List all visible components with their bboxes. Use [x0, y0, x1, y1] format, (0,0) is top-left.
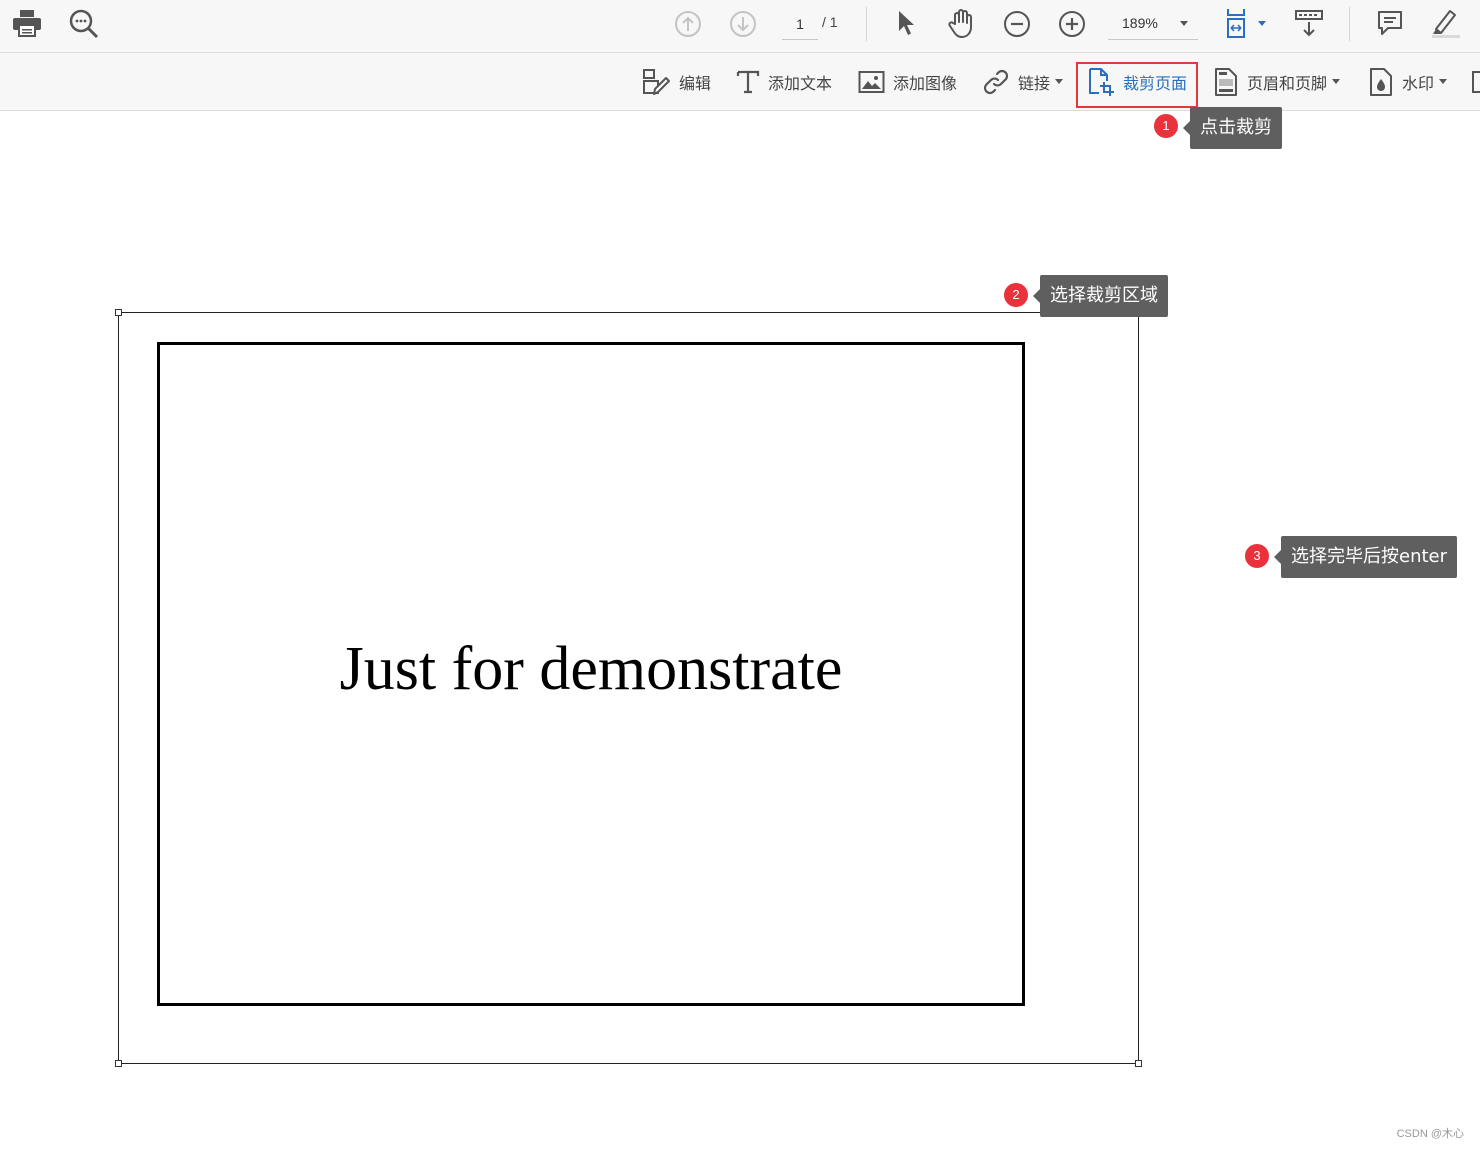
zoom-level-value: 189% — [1122, 15, 1158, 31]
callout-select-area: 选择裁剪区域 — [1033, 275, 1168, 317]
add-image-button[interactable]: 添加图像 — [858, 53, 957, 110]
hand-tool-icon[interactable] — [946, 7, 978, 39]
main-toolbar: / 1 189% — [0, 0, 1480, 53]
callout-press-enter: 选择完毕后按enter — [1273, 536, 1458, 578]
image-icon — [858, 70, 885, 93]
print-icon[interactable] — [12, 9, 42, 37]
more-tools-icon[interactable] — [1470, 70, 1480, 94]
watermark-button[interactable]: 水印 — [1368, 53, 1448, 110]
step-badge-1: 1 — [1154, 114, 1178, 138]
edit-icon — [643, 68, 670, 95]
crop-handle-bottom-left[interactable] — [115, 1060, 122, 1067]
link-button[interactable]: 链接 — [982, 53, 1064, 110]
link-label: 链接 — [1018, 73, 1051, 93]
page-number-input[interactable] — [782, 9, 818, 40]
header-footer-icon — [1215, 67, 1237, 96]
step-badge-3: 3 — [1245, 544, 1269, 568]
comment-icon[interactable] — [1376, 9, 1404, 37]
link-icon — [983, 69, 1009, 94]
zoom-in-icon[interactable] — [1058, 10, 1086, 38]
watermark-icon — [1370, 67, 1392, 96]
callout-click-crop: 点击裁剪 — [1183, 107, 1282, 149]
watermark-label: 水印 — [1402, 73, 1435, 93]
crop-handle-top-left[interactable] — [115, 309, 122, 316]
previous-page-icon[interactable] — [674, 10, 702, 38]
search-icon[interactable] — [68, 8, 100, 40]
zoom-out-icon[interactable] — [1003, 10, 1031, 38]
add-text-button[interactable]: 添加文本 — [736, 53, 832, 110]
select-cursor-icon[interactable] — [896, 9, 918, 37]
fit-page-icon[interactable] — [1224, 7, 1268, 41]
zoom-level-dropdown[interactable]: 189% — [1108, 9, 1198, 40]
header-footer-label: 页眉和页脚 — [1247, 73, 1328, 93]
edit-tool-label: 编辑 — [679, 73, 712, 93]
page-total: / 1 — [822, 14, 838, 30]
toolbar-divider — [1349, 7, 1350, 41]
toolbar-divider — [866, 7, 867, 41]
next-page-icon[interactable] — [729, 10, 757, 38]
document-text: Just for demonstrate — [339, 635, 843, 703]
text-icon — [736, 70, 760, 93]
chevron-down-icon — [1439, 79, 1448, 84]
chevron-down-icon — [1180, 21, 1188, 26]
edit-toolbar: 编辑 添加文本 添加图像 链接 裁剪页面 页眉和页脚 水印 — [0, 53, 1480, 111]
scroll-mode-icon[interactable] — [1294, 8, 1324, 38]
crop-handle-bottom-right[interactable] — [1135, 1060, 1142, 1067]
chevron-down-icon — [1055, 79, 1064, 84]
step-badge-2: 2 — [1004, 283, 1028, 307]
header-footer-button[interactable]: 页眉和页脚 — [1213, 53, 1341, 110]
csdn-watermark: CSDN @木心 — [1396, 1128, 1464, 1140]
chevron-down-icon — [1332, 79, 1341, 84]
edit-tool-button[interactable]: 编辑 — [641, 53, 711, 110]
highlight-pen-icon[interactable] — [1428, 6, 1462, 40]
add-text-label: 添加文本 — [768, 73, 833, 93]
crop-button-highlight — [1076, 62, 1198, 108]
add-image-label: 添加图像 — [893, 73, 958, 93]
